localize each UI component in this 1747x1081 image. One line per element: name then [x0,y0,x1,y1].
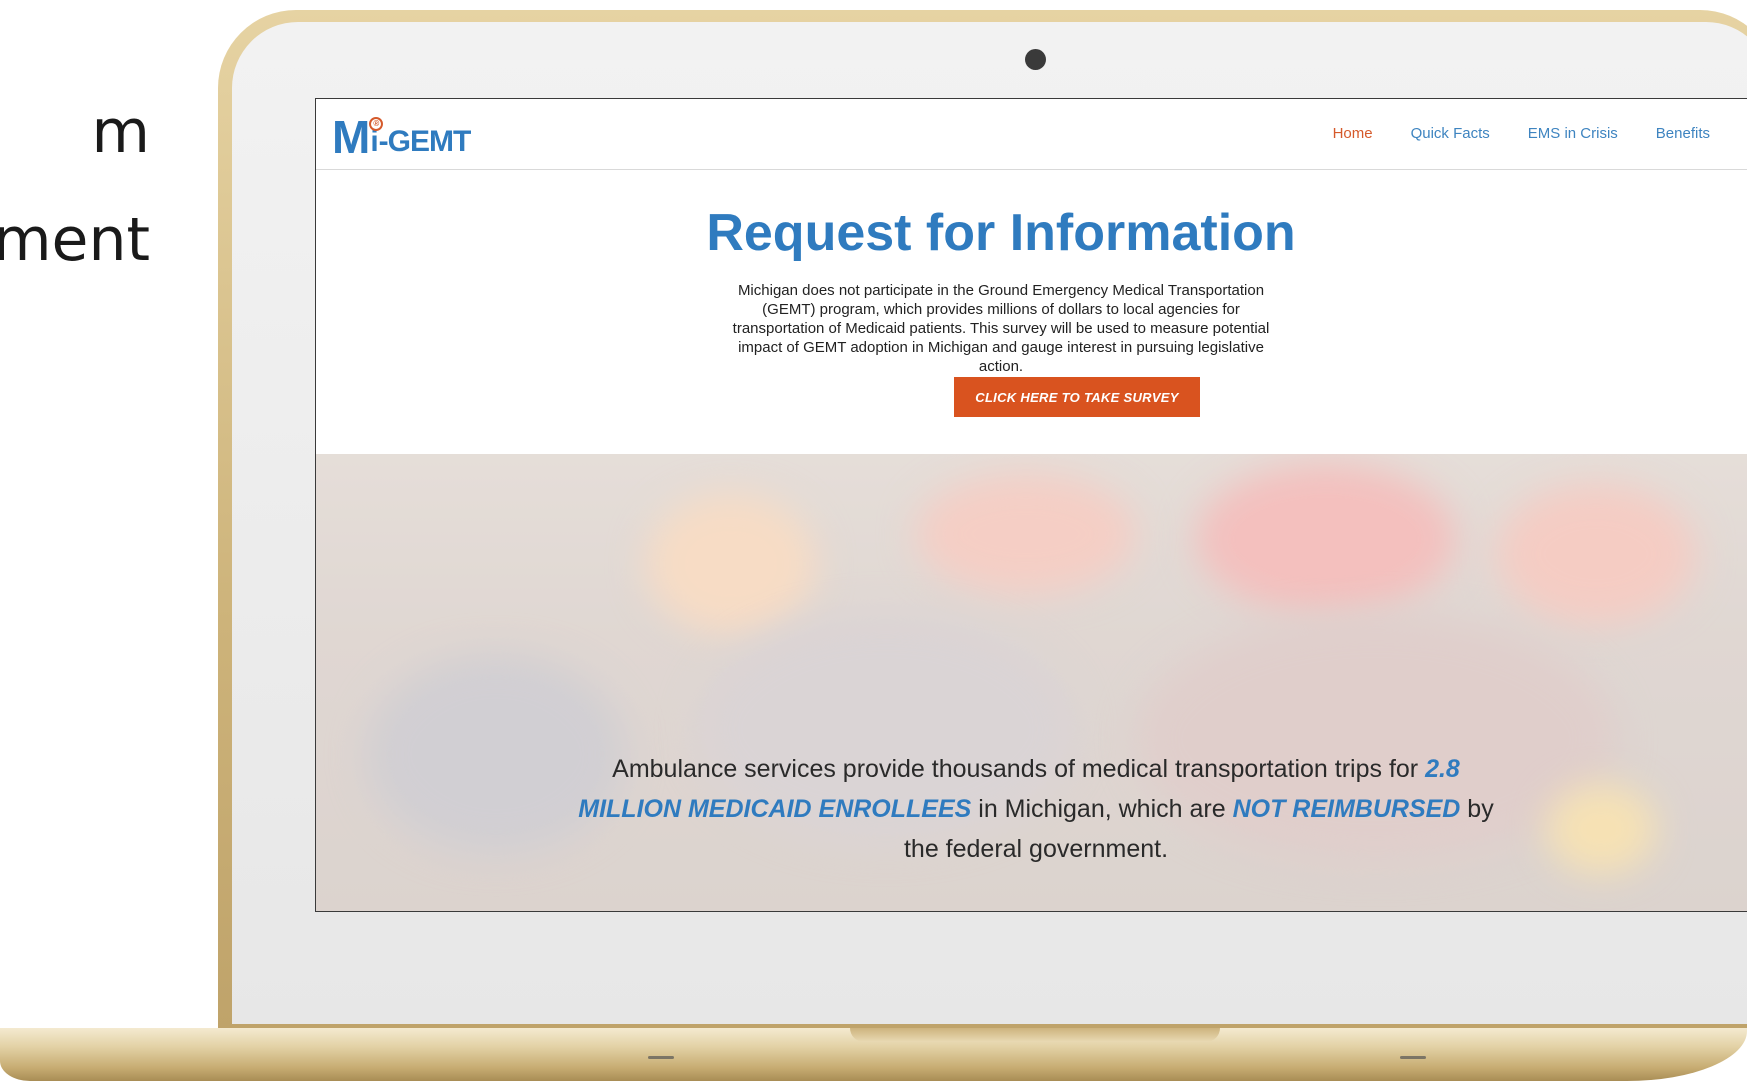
hero-statement: Ambulance services provide thousands of … [566,749,1506,869]
nav-ems-in-crisis[interactable]: EMS in Crisis [1528,125,1618,142]
laptop-foot [648,1056,674,1059]
intro-paragraph: Michigan does not participate in the Gro… [732,282,1270,375]
take-survey-button[interactable]: CLICK HERE TO TAKE SURVEY [954,377,1200,417]
site-header: M ® i -GEMT Home Quick Facts EMS in Cris… [316,99,1747,170]
logo-i-wrap: ® i [369,117,384,157]
laptop-screen: M ® i -GEMT Home Quick Facts EMS in Cris… [315,98,1747,912]
laptop-foot [1400,1056,1426,1059]
main-nav: Home Quick Facts EMS in Crisis Benefits [1333,125,1747,142]
site-logo[interactable]: M ® i -GEMT [332,111,472,163]
nav-quick-facts[interactable]: Quick Facts [1411,125,1490,142]
laptop-hinge-notch [850,1028,1220,1042]
hero-text-part-1: Ambulance services provide thousands of … [612,755,1426,783]
logo-gemt: -GEMT [378,125,472,158]
hero-highlight-not-reimbursed: NOT REIMBURSED [1232,795,1461,823]
slide-text-line-2: ment [0,205,150,275]
nav-home[interactable]: Home [1333,125,1373,142]
page-title: Request for Information [706,204,1296,262]
slide-text: m ment [0,78,150,294]
hero-text-part-2: in Michigan, which are [971,795,1233,823]
logo-m: M [332,111,370,163]
slide-text-line-1: m [91,97,150,167]
camera-icon [1025,49,1046,70]
nav-benefits[interactable]: Benefits [1656,125,1710,142]
hero-banner: Ambulance services provide thousands of … [316,454,1747,911]
